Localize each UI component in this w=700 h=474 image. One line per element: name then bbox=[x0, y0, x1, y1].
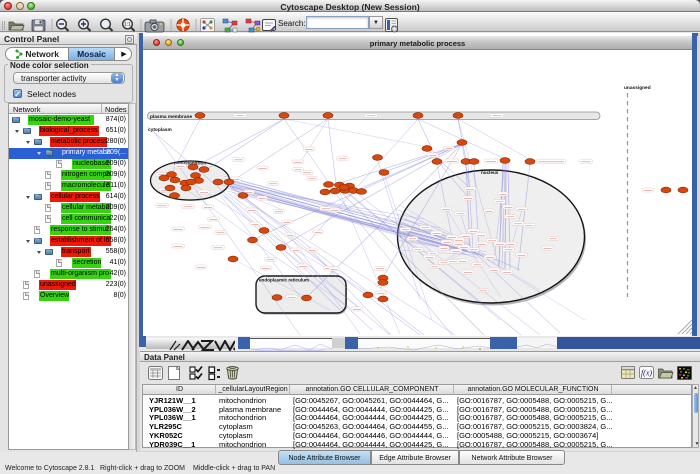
svg-text:plasma membrane: plasma membrane bbox=[150, 114, 192, 120]
svg-text:nucleus: nucleus bbox=[481, 170, 499, 175]
svg-text:endoplasmic reticulum: endoplasmic reticulum bbox=[259, 278, 309, 283]
svg-text:1:1: 1:1 bbox=[124, 22, 131, 28]
svg-text:f(x): f(x) bbox=[641, 369, 652, 378]
svg-text:unassigned: unassigned bbox=[624, 85, 651, 91]
